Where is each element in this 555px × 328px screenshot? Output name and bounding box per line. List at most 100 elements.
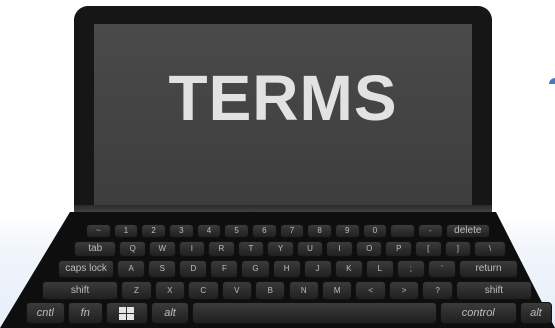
key-g[interactable]: G (241, 260, 270, 278)
key-cntl[interactable]: cntl (26, 302, 65, 324)
space-bar[interactable] (192, 302, 437, 324)
key-5[interactable]: 5 (224, 224, 249, 238)
key-blank-0-0[interactable]: ~ (86, 224, 111, 238)
key-z[interactable]: Z (121, 281, 152, 300)
key-i[interactable]: I (178, 241, 206, 257)
key-label: shift (484, 284, 504, 296)
key-j[interactable]: J (303, 260, 332, 278)
key-label: 2 (151, 226, 156, 235)
key-label: H (283, 264, 290, 273)
key-label: alt (164, 307, 176, 319)
key-label: W (158, 244, 167, 253)
key-i[interactable]: I (326, 241, 353, 257)
key-9[interactable]: 9 (334, 224, 360, 238)
key-label: G (252, 264, 259, 273)
key-label: [ (427, 244, 430, 253)
key-return[interactable]: return (459, 260, 518, 278)
key-7[interactable]: 7 (279, 224, 305, 238)
key-label: V (234, 285, 240, 295)
key-label: Q (129, 244, 136, 253)
key-label: R (218, 244, 225, 253)
key-blank-3-10[interactable]: ? (422, 281, 453, 300)
key-label: 4 (206, 226, 212, 235)
key-blank-0-12[interactable]: - (417, 224, 443, 238)
key-6[interactable]: 6 (251, 224, 277, 238)
key-alt[interactable]: alt (150, 302, 190, 324)
key-label: return (475, 263, 502, 274)
key-label: shift (70, 284, 90, 296)
key-alt[interactable]: alt (519, 302, 552, 324)
key-shift[interactable]: shift (455, 281, 532, 300)
key-2[interactable]: 2 (141, 224, 166, 238)
key-label: 3 (179, 226, 184, 235)
key-label: T (248, 244, 254, 253)
key-y[interactable]: Y (267, 241, 294, 257)
key-d[interactable]: D (179, 260, 208, 278)
key-blank-1-12[interactable]: ] (444, 241, 472, 257)
key-l[interactable]: L (365, 260, 394, 278)
key-x[interactable]: X (154, 281, 186, 300)
key-label: Z (133, 285, 139, 295)
key-caps-lock[interactable]: caps lock (58, 260, 115, 278)
key-label: caps lock (65, 263, 107, 274)
key-label: 8 (317, 226, 322, 235)
key-label: O (366, 244, 373, 253)
key-label: ] (456, 244, 459, 253)
key-label: alt (530, 307, 542, 319)
key-blank-2-10[interactable]: ; (396, 260, 425, 278)
key-label: ? (435, 285, 440, 295)
key-t[interactable]: T (237, 241, 265, 257)
key-k[interactable]: K (334, 260, 363, 278)
key-label: 5 (234, 226, 239, 235)
key-label: F (221, 264, 227, 273)
key-label: < (368, 285, 373, 295)
key-o[interactable]: O (355, 241, 383, 257)
key-label: \ (488, 244, 492, 253)
windows-key[interactable] (105, 302, 148, 324)
key-m[interactable]: M (321, 281, 353, 300)
key-8[interactable]: 8 (307, 224, 332, 238)
key-blank-1-11[interactable]: [ (415, 241, 442, 257)
key-p[interactable]: P (385, 241, 413, 257)
key-delete[interactable]: delete (445, 224, 490, 238)
key-tab[interactable]: tab (74, 241, 117, 257)
key-u[interactable]: U (296, 241, 324, 257)
key-label: J (315, 264, 320, 273)
key-s[interactable]: S (148, 260, 177, 278)
key-blank-3-9[interactable]: > (388, 281, 420, 300)
key-label: I (190, 244, 193, 253)
key-label: cntl (36, 307, 54, 319)
key-f[interactable]: F (210, 260, 239, 278)
key-3[interactable]: 3 (168, 224, 194, 238)
key-blank-0-11[interactable] (390, 224, 415, 238)
key-blank-1-13[interactable]: \ (474, 241, 506, 257)
key-v[interactable]: V (221, 281, 253, 300)
key-label: > (401, 285, 407, 295)
key-r[interactable]: R (208, 241, 235, 257)
windows-icon (119, 306, 135, 320)
key-1[interactable]: 1 (113, 224, 139, 238)
key-n[interactable]: N (288, 281, 319, 300)
key-label: A (128, 264, 134, 273)
key-c[interactable]: C (188, 281, 219, 300)
key-0[interactable]: 0 (362, 224, 388, 238)
key-blank-2-11[interactable]: ' (427, 260, 457, 278)
key-label: D (190, 264, 197, 273)
key-blank-3-8[interactable]: < (355, 281, 386, 300)
keyboard: ~1 2 3 4 5 6 7 8 9 0 - delete tab Q W I R T Y U I O P [] \ caps l… (0, 0, 555, 328)
key-label: M (333, 285, 341, 295)
key-label: K (346, 264, 352, 273)
key-4[interactable]: 4 (196, 224, 222, 238)
key-a[interactable]: A (117, 260, 146, 278)
key-b[interactable]: B (255, 281, 286, 300)
key-label: 0 (372, 226, 378, 235)
key-label: L (377, 264, 383, 273)
key-label: I (338, 244, 341, 253)
key-q[interactable]: Q (119, 241, 147, 257)
key-shift[interactable]: shift (42, 281, 119, 300)
key-fn[interactable]: fn (67, 302, 103, 324)
key-h[interactable]: H (272, 260, 301, 278)
key-label: control (461, 307, 495, 319)
key-w[interactable]: W (149, 241, 176, 257)
key-control[interactable]: control (439, 302, 517, 324)
